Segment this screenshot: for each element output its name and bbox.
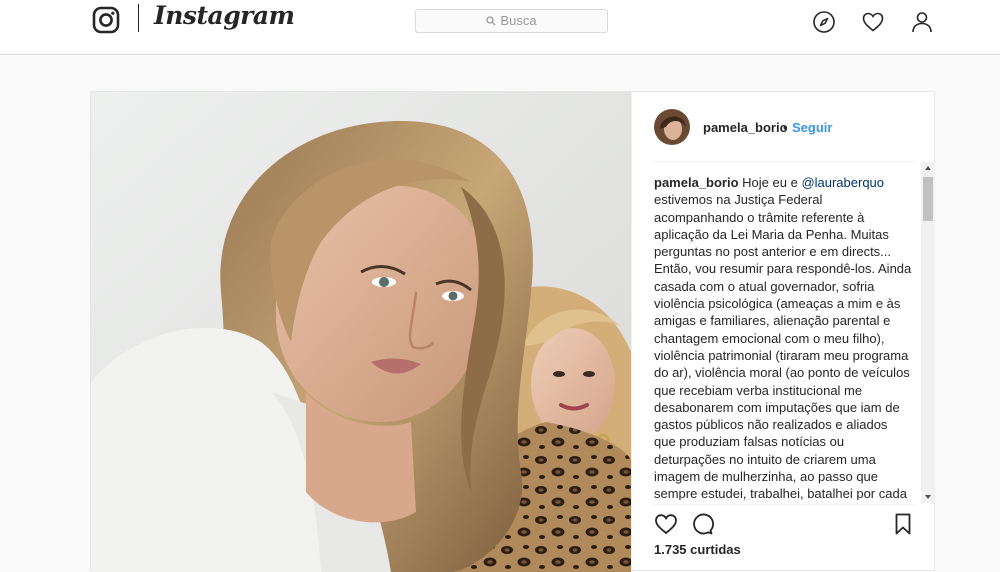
search-placeholder: Busca: [500, 13, 537, 28]
post-caption: pamela_borio Hoje eu e @lauraberquo esti…: [654, 174, 912, 500]
post-photo-image: [91, 92, 631, 572]
divider: [654, 161, 914, 162]
avatar[interactable]: [654, 109, 690, 145]
avatar-image: [654, 109, 690, 145]
person-icon[interactable]: [910, 10, 934, 34]
divider: [654, 504, 914, 505]
caption-mention-link[interactable]: @lauraberquo: [801, 175, 884, 190]
likes-count[interactable]: 1.735 curtidas: [654, 542, 741, 557]
post-side-panel: pamela_borio • Seguir pamela_borio Hoje …: [631, 92, 936, 572]
post-username[interactable]: pamela_borio: [703, 120, 788, 135]
caption-text-intro: Hoje eu e: [742, 175, 798, 190]
comment-icon[interactable]: [690, 512, 714, 536]
scroll-up-arrow-icon[interactable]: [921, 162, 935, 174]
separator-dot: •: [783, 120, 788, 135]
scrollbar-thumb[interactable]: [923, 177, 933, 221]
scroll-down-arrow-icon[interactable]: [921, 491, 935, 503]
search-placeholder-wrap: Busca: [416, 13, 607, 28]
instagram-glyph-icon[interactable]: [92, 6, 120, 34]
like-heart-icon[interactable]: [654, 512, 678, 536]
search-icon: [486, 16, 496, 26]
caption-username[interactable]: pamela_borio: [654, 175, 739, 190]
post-header: pamela_borio • Seguir: [632, 92, 936, 164]
caption-text: estivemos na Justiça Federal acompanhand…: [654, 192, 912, 500]
caption-scrollbar[interactable]: [921, 162, 935, 503]
search-input[interactable]: Busca: [415, 9, 608, 33]
post-photo[interactable]: [91, 92, 631, 572]
bookmark-icon[interactable]: [891, 512, 915, 536]
top-navigation-bar: Instagram Busca: [0, 0, 1000, 55]
heart-icon[interactable]: [861, 10, 885, 34]
logo-divider: [138, 4, 139, 32]
compass-icon[interactable]: [812, 10, 836, 34]
follow-button[interactable]: Seguir: [792, 120, 832, 135]
instagram-wordmark[interactable]: Instagram: [154, 1, 295, 30]
post-card: pamela_borio • Seguir pamela_borio Hoje …: [90, 91, 936, 572]
